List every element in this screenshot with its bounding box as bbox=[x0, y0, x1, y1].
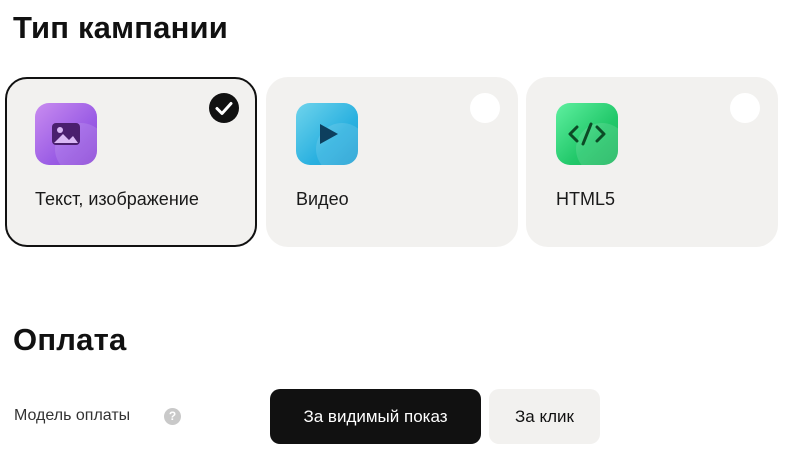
payment-title: Оплата bbox=[13, 322, 127, 357]
play-icon bbox=[296, 103, 358, 165]
radio-unchecked-icon[interactable] bbox=[470, 93, 500, 123]
payment-model-label: Модель оплаты bbox=[14, 407, 131, 424]
campaign-type-card-text-image[interactable]: Текст, изображение bbox=[5, 77, 257, 247]
campaign-type-label: HTML5 bbox=[556, 189, 616, 209]
campaign-type-card-html5[interactable]: HTML5 bbox=[526, 77, 778, 247]
check-icon[interactable] bbox=[209, 93, 239, 123]
campaign-type-title: Тип кампании bbox=[13, 10, 229, 45]
code-icon bbox=[556, 103, 618, 165]
campaign-type-label: Текст, изображение bbox=[35, 189, 199, 209]
campaign-type-label: Видео bbox=[296, 189, 349, 209]
campaign-type-card-video[interactable]: Видео bbox=[266, 77, 518, 247]
radio-unchecked-icon[interactable] bbox=[730, 93, 760, 123]
help-icon[interactable]: ? bbox=[164, 408, 181, 425]
image-icon bbox=[35, 103, 97, 165]
pay-per-view-button[interactable]: За видимый показ bbox=[270, 389, 481, 444]
pay-per-click-button[interactable]: За клик bbox=[489, 389, 600, 444]
